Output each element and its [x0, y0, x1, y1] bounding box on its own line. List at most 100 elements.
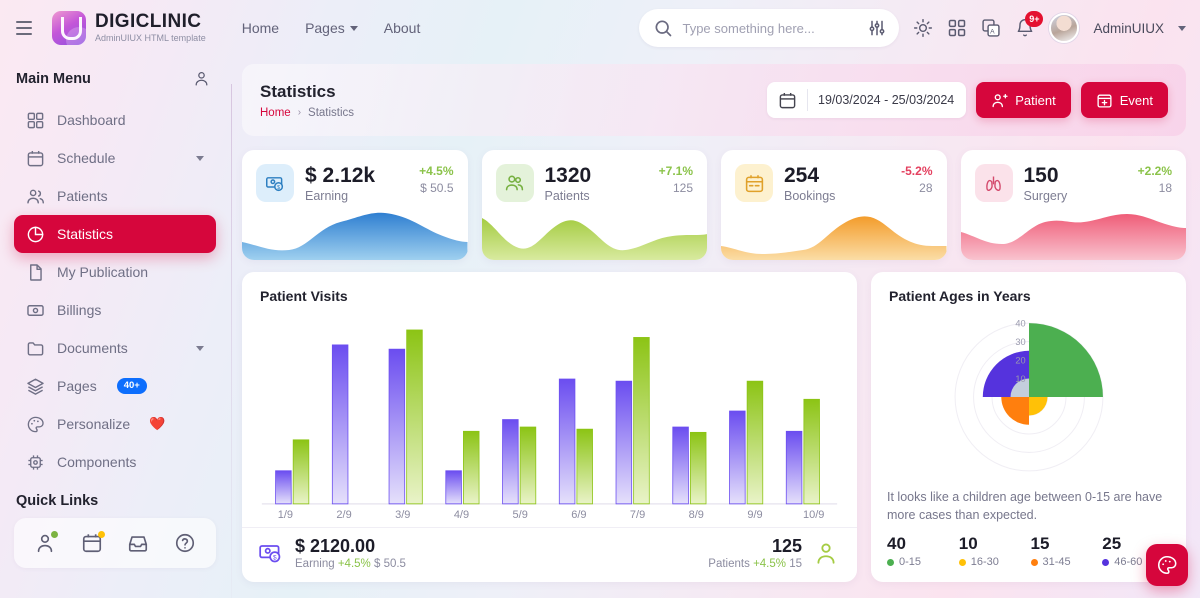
chevron-down-icon[interactable] [1178, 25, 1186, 31]
sidebar-item-personalize[interactable]: Personalize ❤️ [14, 405, 216, 443]
stat-card-bookings[interactable]: 254 Bookings -5.2% 28 [721, 150, 947, 260]
theme-customizer-button[interactable] [1146, 544, 1188, 586]
nav-item-pages[interactable]: Pages [305, 20, 358, 36]
calendar-icon[interactable] [81, 531, 105, 554]
footer-patients-sub: Patients +4.5% 15 [708, 558, 802, 570]
stat-value: 150 [1023, 164, 1059, 187]
brand[interactable]: DIGICLINIC AdminUIUX HTML template [52, 11, 206, 45]
add-patient-button[interactable]: Patient [976, 82, 1071, 118]
sidebar-item-documents[interactable]: Documents [14, 329, 216, 367]
breadcrumb-home[interactable]: Home [260, 107, 291, 119]
notifications-button[interactable]: 9+ [1015, 11, 1044, 38]
stat-card-surgery[interactable]: 150 Surgery +2.2% 18 [960, 150, 1186, 260]
inbox-icon[interactable] [127, 532, 149, 554]
radial-tick: 40 [1015, 318, 1025, 328]
button-label: Event [1119, 92, 1153, 108]
filter-sliders-icon[interactable] [867, 18, 887, 38]
stat-cards: $ $ 2.12k Earning +4.5% $ 50.5 1320 Pati… [242, 150, 1186, 260]
x-axis-tick: 8/9 [688, 509, 704, 522]
legend-color-dot [958, 558, 966, 566]
patient-ages-legend: 40 0-15 10 16-30 15 31-45 25 46-60 [871, 524, 1186, 582]
chip-icon [26, 453, 45, 472]
sidebar-item-patients[interactable]: Patients [14, 177, 216, 215]
legend-label: 16-30 [958, 556, 1027, 568]
stat-percent: +7.1% [658, 164, 693, 178]
sidebar-item-statistics[interactable]: Statistics [14, 215, 216, 253]
top-bar-actions: A 9+ AdminUIUX [639, 9, 1186, 47]
pie-chart-icon [26, 225, 45, 244]
stat-label: Earning [305, 189, 349, 204]
search-input[interactable] [682, 20, 859, 36]
date-range-picker[interactable]: 19/03/2024 - 25/03/2024 [767, 82, 967, 118]
top-nav: Home Pages About [242, 20, 421, 36]
sidebar-item-label: Statistics [57, 226, 114, 242]
divider [807, 89, 809, 111]
button-label: Patient [1015, 92, 1056, 108]
sidebar-item-schedule[interactable]: Schedule [14, 139, 216, 177]
nav-item-home[interactable]: Home [242, 20, 279, 36]
search-box[interactable] [639, 9, 900, 47]
theme-toggle-button[interactable] [913, 18, 933, 38]
calendar-icon [735, 164, 773, 202]
sidebar-item-label: Pages [57, 378, 97, 394]
layers-icon [26, 377, 45, 396]
patient-visits-panel: Patient Visits 1/9 2/9 3/9 4/9 5/9 6/9 7… [242, 272, 857, 582]
chevron-down-icon [349, 25, 358, 31]
avatar[interactable] [1049, 13, 1080, 43]
sidebar-item-my-publication[interactable]: My Publication [14, 253, 216, 291]
sidebar-item-label: Billings [57, 302, 102, 318]
money-icon: $ [258, 540, 284, 566]
patient-visits-title: Patient Visits [260, 288, 348, 304]
patient-ages-title: Patient Ages in Years [889, 288, 1031, 304]
brand-subtitle: AdminUIUX HTML template [95, 33, 206, 44]
date-range-value: 19/03/2024 - 25/03/2024 [818, 93, 955, 107]
patient-visits-footer: $ $ 2120.00 Earning +4.5% $ 50.5 125 Pat… [242, 527, 857, 582]
sidebar-item-label: Documents [57, 340, 128, 356]
legend-value: 40 [887, 534, 906, 553]
legend-color-dot [1030, 558, 1038, 566]
sidebar-item-billings[interactable]: Billings [14, 291, 216, 329]
legend-label: 31-45 [1030, 556, 1099, 568]
x-axis-tick: 1/9 [277, 509, 293, 522]
footer-earning-amount: $ 50.5 [373, 558, 406, 570]
status-dot [97, 531, 105, 538]
body-wrapper: Main Menu Dashboard Schedule Patients St… [0, 56, 1200, 598]
stat-value: $ 2.12k [305, 164, 376, 187]
nav-item-about[interactable]: About [384, 20, 421, 36]
stat-label: Surgery [1023, 189, 1068, 204]
svg-text:20: 20 [1015, 355, 1025, 365]
x-axis-tick: 2/9 [336, 509, 352, 522]
x-axis-tick: 10/9 [802, 509, 825, 522]
apps-grid-icon [947, 18, 967, 38]
stat-card-patients[interactable]: 1320 Patients +7.1% 125 [481, 150, 707, 260]
sidebar-header: Main Menu [14, 70, 216, 87]
chevron-down-icon[interactable] [196, 345, 204, 351]
menu-toggle-icon[interactable] [12, 14, 40, 42]
footer-earning: $ $ 2120.00 Earning +4.5% $ 50.5 [258, 536, 406, 570]
translate-button[interactable]: A [981, 18, 1001, 38]
stat-card-earning[interactable]: $ $ 2.12k Earning +4.5% $ 50.5 [242, 150, 468, 260]
sidebar-item-pages[interactable]: Pages 40+ [14, 367, 216, 405]
help-icon[interactable] [174, 532, 196, 554]
sidebar: Main Menu Dashboard Schedule Patients St… [0, 56, 232, 598]
add-event-button[interactable]: Event [1080, 82, 1168, 118]
logo-icon [52, 11, 86, 45]
sidebar-item-label: Dashboard [57, 112, 126, 128]
stat-value: 1320 [544, 164, 592, 187]
sidebar-item-label: Patients [57, 188, 108, 204]
person-icon [813, 540, 839, 566]
nav-label: Home [241, 20, 280, 36]
sidebar-item-dashboard[interactable]: Dashboard [14, 101, 216, 139]
footer-patients: 125 Patients +4.5% 15 [708, 536, 839, 570]
chevron-down-icon[interactable] [196, 155, 204, 161]
stat-percent: +2.2% [1137, 164, 1172, 178]
sidebar-item-label: My Publication [57, 264, 149, 280]
apps-button[interactable] [947, 18, 967, 38]
person-icon[interactable] [193, 70, 210, 87]
stat-sub: 18 [1158, 181, 1172, 195]
main-content: Statistics Home › Statistics 19/03/2024 … [232, 56, 1200, 598]
person-icon[interactable] [34, 531, 59, 554]
sidebar-item-components[interactable]: Components [14, 443, 216, 481]
stat-label: Patients [544, 189, 590, 204]
legend-value: 10 [958, 534, 978, 553]
